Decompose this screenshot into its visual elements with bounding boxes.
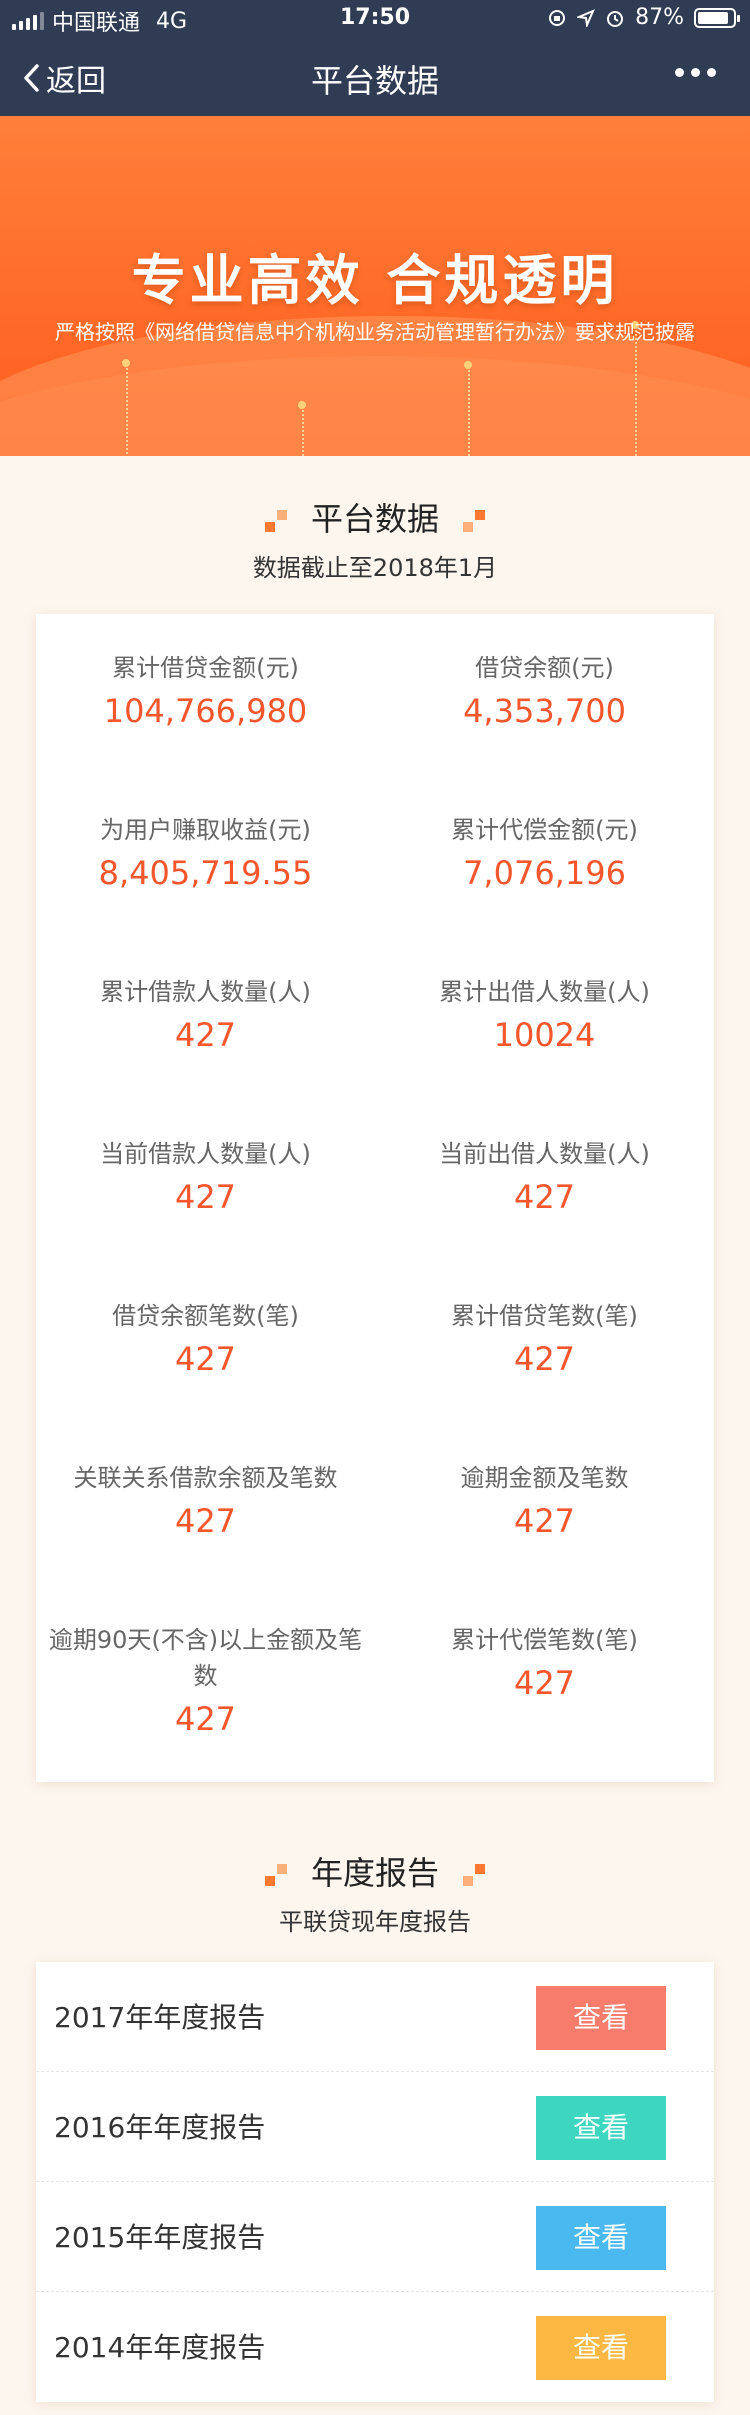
stat-item: 累计借款人数量(人) 427 [36, 974, 375, 1058]
stat-value: 10024 [493, 1016, 596, 1054]
stat-item: 累计代偿笔数(笔) 427 [375, 1622, 714, 1706]
stat-label: 关联关系借款余额及笔数 [73, 1464, 338, 1492]
list-item: 2015年年度报告 查看 [36, 2182, 714, 2292]
stat-value: 427 [174, 1016, 237, 1054]
battery-percent: 87% [635, 5, 684, 30]
stat-value: 427 [174, 1700, 237, 1738]
stat-value: 427 [174, 1178, 237, 1216]
stat-label: 借贷余额笔数(笔) [112, 1302, 299, 1330]
stat-item: 当前借款人数量(人) 427 [36, 1136, 375, 1220]
stat-item: 为用户赚取收益(元) 8,405,719.55 [36, 812, 375, 896]
banner-slogan: 专业高效 合规透明 [131, 249, 619, 312]
title-decoration-icon [463, 1864, 486, 1886]
stat-item: 逾期金额及笔数 427 [375, 1460, 714, 1544]
stat-label: 逾期90天(不含)以上金额及笔数 [48, 1626, 363, 1690]
stats-card: 累计借贷金额(元) 104,766,980 借贷余额(元) 4,353,700 … [36, 614, 714, 1782]
view-report-button[interactable]: 查看 [536, 2206, 666, 2270]
stat-label: 累计借款人数量(人) [100, 978, 311, 1006]
view-report-button[interactable]: 查看 [536, 2316, 666, 2380]
stat-item: 累计借贷笔数(笔) 427 [375, 1298, 714, 1382]
stat-label: 为用户赚取收益(元) [100, 816, 311, 844]
page-title: 平台数据 [310, 62, 439, 100]
stat-label: 累计代偿金额(元) [451, 816, 638, 844]
orientation-lock-icon [549, 9, 566, 26]
alarm-icon [607, 10, 624, 27]
stat-label: 当前借款人数量(人) [100, 1140, 311, 1168]
report-section-subtitle: 平联贷现年度报告 [279, 1908, 471, 1936]
stat-label: 借贷余额(元) [475, 654, 614, 682]
stat-value: 427 [174, 1340, 237, 1378]
stat-item: 累计借贷金额(元) 104,766,980 [36, 650, 375, 734]
stat-value: 427 [174, 1502, 237, 1540]
stat-value: 7,076,196 [463, 854, 626, 892]
stat-label: 累计借贷笔数(笔) [451, 1302, 638, 1330]
stat-value: 8,405,719.55 [98, 854, 313, 892]
title-decoration-icon [264, 510, 287, 532]
nav-bar: 返回 平台数据 [0, 38, 750, 116]
stat-value: 427 [513, 1502, 576, 1540]
stat-value: 104,766,980 [103, 692, 308, 730]
status-bar: 中国联通 4G 17:50 87% [0, 0, 750, 38]
title-decoration-icon [463, 510, 486, 532]
stat-value: 427 [513, 1178, 576, 1216]
view-report-button[interactable]: 查看 [536, 1986, 666, 2050]
battery-icon [694, 7, 740, 28]
title-decoration-icon [264, 1864, 287, 1886]
report-name: 2014年年度报告 [54, 2331, 266, 2364]
stat-item: 借贷余额(元) 4,353,700 [375, 650, 714, 734]
stat-label: 累计出借人数量(人) [439, 978, 650, 1006]
hero-banner: 专业高效 合规透明 严格按照《网络借贷信息中介机构业务活动管理暂行办法》要求规范… [0, 116, 750, 456]
banner-pin-decoration [122, 359, 130, 454]
banner-subtitle: 严格按照《网络借贷信息中介机构业务活动管理暂行办法》要求规范披露 [55, 320, 695, 344]
stat-label: 累计借贷金额(元) [112, 654, 299, 682]
more-menu-button[interactable] [675, 68, 716, 77]
stat-item: 当前出借人数量(人) 427 [375, 1136, 714, 1220]
stat-item: 累计代偿金额(元) 7,076,196 [375, 812, 714, 896]
platform-section-subtitle: 数据截止至2018年1月 [252, 554, 498, 582]
list-item: 2014年年度报告 查看 [36, 2292, 714, 2402]
stat-item: 逾期90天(不含)以上金额及笔数 427 [36, 1622, 375, 1742]
stat-item: 关联关系借款余额及笔数 427 [36, 1460, 375, 1544]
view-report-button[interactable]: 查看 [536, 2096, 666, 2160]
list-item: 2016年年度报告 查看 [36, 2072, 714, 2182]
list-item: 2017年年度报告 查看 [36, 1962, 714, 2072]
report-name: 2016年年度报告 [54, 2111, 266, 2144]
stat-value: 427 [513, 1664, 576, 1702]
report-list: 2017年年度报告 查看 2016年年度报告 查看 2015年年度报告 查看 2… [36, 1962, 714, 2402]
stat-value: 427 [513, 1340, 576, 1378]
report-section-title: 年度报告 [0, 1848, 750, 1894]
stat-item: 累计出借人数量(人) 10024 [375, 974, 714, 1058]
more-dots-icon [675, 68, 684, 77]
stat-value: 4,353,700 [463, 692, 626, 730]
stat-label: 累计代偿笔数(笔) [451, 1626, 638, 1654]
stat-label: 逾期金额及笔数 [460, 1464, 629, 1492]
location-icon [577, 8, 595, 27]
stat-label: 当前出借人数量(人) [439, 1140, 650, 1168]
report-name: 2017年年度报告 [54, 2001, 266, 2034]
report-name: 2015年年度报告 [54, 2221, 266, 2254]
platform-section-title: 平台数据 [0, 494, 750, 540]
stat-item: 借贷余额笔数(笔) 427 [36, 1298, 375, 1382]
